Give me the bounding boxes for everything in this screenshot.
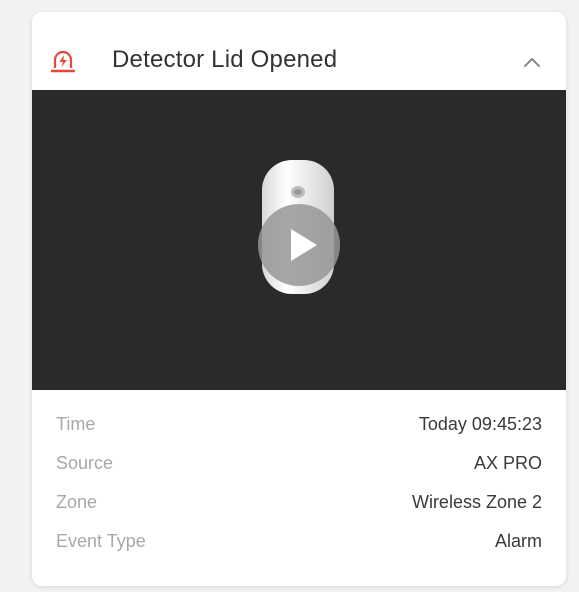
event-card-header[interactable]: Detector Lid Opened [32,12,566,90]
detail-row-time: Time Today 09:45:23 [56,414,542,440]
detail-label: Zone [56,492,98,512]
detail-label: Event Type [56,531,146,551]
detail-value: Today 09:45:23 [418,414,542,434]
play-button[interactable] [258,204,340,286]
play-icon [291,229,317,261]
chevron-up-icon[interactable] [520,50,544,74]
detail-label: Source [56,453,114,473]
detail-row-event-type: Event Type Alarm [56,531,542,557]
event-video-preview[interactable] [32,90,566,390]
alarm-light-icon [48,46,78,76]
detail-value: Wireless Zone 2 [411,492,542,512]
detail-row-source: Source AX PRO [56,453,542,479]
detail-row-zone: Zone Wireless Zone 2 [56,492,542,518]
detail-value: Alarm [494,531,542,551]
detail-value: AX PRO [473,453,542,473]
event-card: Detector Lid Opened Time Today 09:45:23 … [32,12,566,586]
detail-label: Time [56,414,96,434]
event-title: Detector Lid Opened [112,46,338,73]
